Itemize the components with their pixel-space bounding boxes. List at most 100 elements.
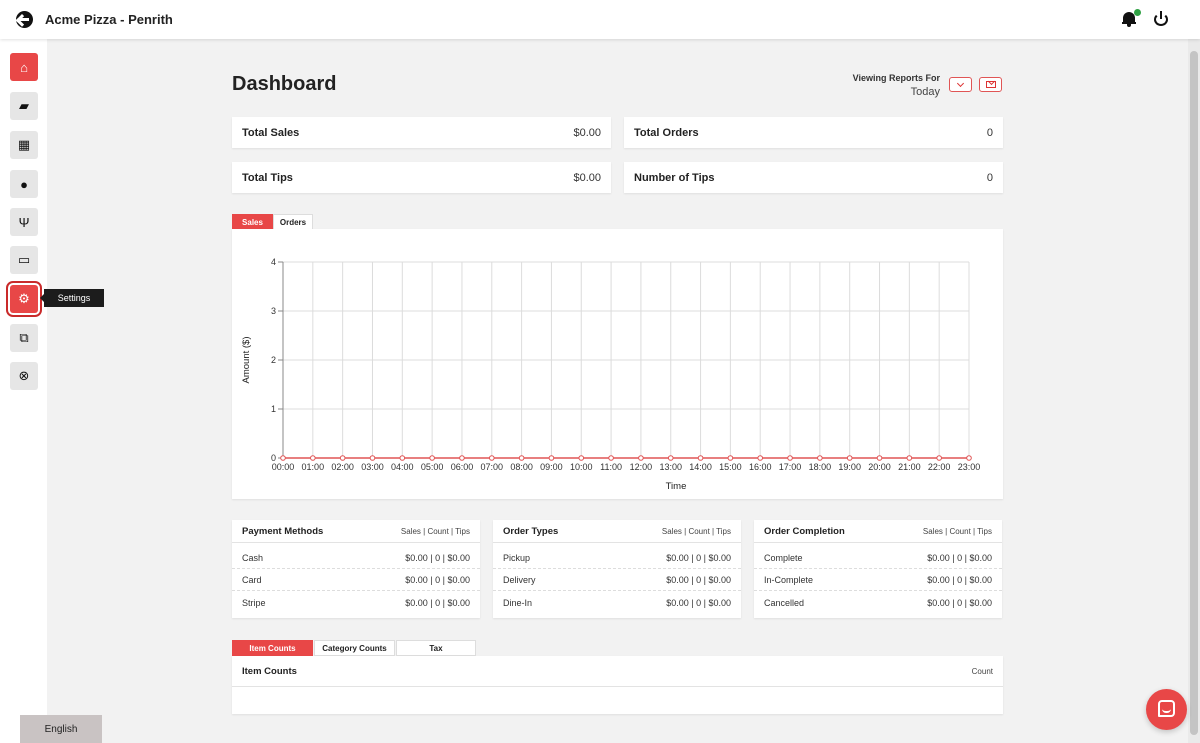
order-completion-header: Order Completion Sales | Count | Tips [754, 520, 1002, 543]
total-tips-label: Total Tips [242, 171, 293, 184]
data-point [936, 455, 942, 461]
viewing-value: Today [910, 86, 940, 98]
sidebar-item-support[interactable]: ⊗ [10, 362, 38, 390]
row-label: Delivery [503, 575, 536, 585]
calendar-icon: ▦ [17, 137, 31, 152]
row-value: $0.00 | 0 | $0.00 [927, 597, 992, 608]
tab-sales[interactable]: Sales [232, 214, 273, 230]
sidebar-item-orders[interactable]: ▰ [10, 92, 38, 120]
table-row: Cash $0.00 | 0 | $0.00 [232, 548, 480, 569]
x-tick-label: 23:00 [958, 462, 981, 472]
settings-tooltip: Settings [40, 289, 104, 307]
payment-methods-header: Payment Methods Sales | Count | Tips [232, 520, 480, 543]
data-point [578, 455, 585, 461]
table-row: Dine-In $0.00 | 0 | $0.00 [493, 592, 741, 613]
x-tick-label: 09:00 [540, 462, 563, 472]
row-value: $0.00 | 0 | $0.00 [405, 597, 470, 608]
email-report-button[interactable] [979, 77, 1002, 92]
item-counts-column: Count [971, 666, 993, 676]
sales-chart-card: 0 1 2 3 4 00:00 01:00 02:00 03:00 04:00 05:00 06:00… [232, 229, 1003, 499]
language-selector[interactable]: English [20, 715, 102, 743]
row-label: Complete [764, 553, 803, 563]
total-orders-card: Total Orders 0 [624, 117, 1003, 148]
power-icon[interactable] [1154, 11, 1168, 26]
x-tick-label: 04:00 [391, 462, 414, 472]
viewing-label: Viewing Reports For [852, 73, 940, 83]
data-point [429, 455, 435, 461]
chat-launcher-button[interactable] [1146, 689, 1187, 730]
order-types-title: Order Types [503, 525, 559, 537]
sidebar-item-calendar[interactable]: ▦ [10, 131, 38, 159]
tab-tax[interactable]: Tax [396, 640, 476, 656]
data-point [280, 455, 286, 461]
life-ring-icon: ⊗ [18, 368, 30, 383]
x-tick-label: 17:00 [779, 462, 802, 472]
sidebar-item-customers[interactable]: ● [10, 170, 38, 198]
y-tick-label: 2 [271, 355, 276, 365]
row-label: Stripe [242, 597, 266, 608]
row-label: Card [242, 575, 262, 585]
data-point [459, 455, 465, 461]
row-value: $0.00 | 0 | $0.00 [666, 553, 731, 563]
y-axis-title: Amount ($) [241, 337, 252, 384]
table-row: Complete $0.00 | 0 | $0.00 [754, 548, 1002, 569]
item-counts-table: Item Counts Count [232, 656, 1003, 714]
table-row: Stripe $0.00 | 0 | $0.00 [232, 592, 480, 613]
date-range-dropdown-button[interactable] [949, 77, 972, 92]
data-point [608, 455, 614, 461]
row-value: $0.00 | 0 | $0.00 [927, 575, 992, 585]
tab-item-counts[interactable]: Item Counts [232, 640, 313, 656]
page-title: Dashboard [232, 73, 337, 95]
data-point [638, 455, 644, 461]
user-icon: ● [20, 176, 28, 192]
data-point [488, 455, 495, 461]
tab-orders[interactable]: Orders [273, 214, 313, 230]
external-link-icon: ⧉ [19, 330, 29, 345]
y-tick-label: 4 [271, 257, 276, 267]
payment-methods-columns: Sales | Count | Tips [400, 526, 470, 536]
sidebar-item-external[interactable]: ⧉ [10, 324, 38, 352]
total-tips-card: Total Tips $0.00 [232, 162, 611, 193]
sidebar-item-payments[interactable]: ▭ [10, 246, 38, 274]
x-tick-label: 00:00 [272, 462, 295, 472]
row-value: $0.00 | 0 | $0.00 [927, 553, 992, 563]
x-tick-label: 05:00 [421, 462, 444, 472]
table-row: Pickup $0.00 | 0 | $0.00 [493, 548, 741, 569]
scrollbar-thumb[interactable] [1190, 51, 1198, 735]
number-of-tips-card: Number of Tips 0 [624, 162, 1003, 193]
data-point [369, 455, 376, 461]
back-arrow-icon[interactable] [16, 11, 33, 28]
bag-icon: ▰ [19, 98, 29, 113]
sidebar-item-menu[interactable]: Ψ [10, 208, 38, 236]
data-point [757, 455, 764, 461]
tab-category-counts[interactable]: Category Counts [314, 640, 395, 656]
order-types-card: Order Types Sales | Count | Tips Pickup $0.… [493, 520, 741, 618]
sidebar-item-home[interactable]: ⌂ [10, 53, 38, 81]
number-of-tips-value: 0 [986, 171, 993, 184]
x-tick-label: 19:00 [838, 462, 861, 472]
data-point [548, 455, 555, 461]
total-tips-value: $0.00 [573, 171, 601, 184]
sales-line-chart: 0123400:00 01:00 02:00 03:00 04:00 05:00 06:00… [241, 257, 981, 492]
data-point [906, 455, 913, 461]
x-tick-label: 01:00 [302, 462, 325, 472]
data-point [310, 455, 316, 461]
page-scrollbar[interactable] [1188, 39, 1200, 743]
data-point [727, 455, 734, 461]
data-point [399, 455, 406, 461]
row-value: $0.00 | 0 | $0.00 [666, 597, 731, 608]
row-label: Dine-In [503, 597, 533, 608]
total-sales-label: Total Sales [242, 126, 300, 139]
data-point [846, 455, 853, 461]
x-tick-label: 08:00 [510, 462, 533, 472]
total-orders-value: 0 [986, 126, 993, 139]
x-tick-label: 15:00 [719, 462, 742, 472]
row-label: Cash [242, 553, 264, 563]
x-tick-label: 10:00 [570, 462, 593, 472]
y-tick-label: 1 [271, 404, 276, 414]
order-types-columns: Sales | Count | Tips [661, 526, 731, 536]
order-completion-title: Order Completion [764, 525, 845, 537]
credit-card-icon: ▭ [17, 252, 31, 267]
sidebar-item-settings[interactable]: ⚙ [6, 281, 42, 317]
row-label: In-Complete [764, 575, 814, 585]
